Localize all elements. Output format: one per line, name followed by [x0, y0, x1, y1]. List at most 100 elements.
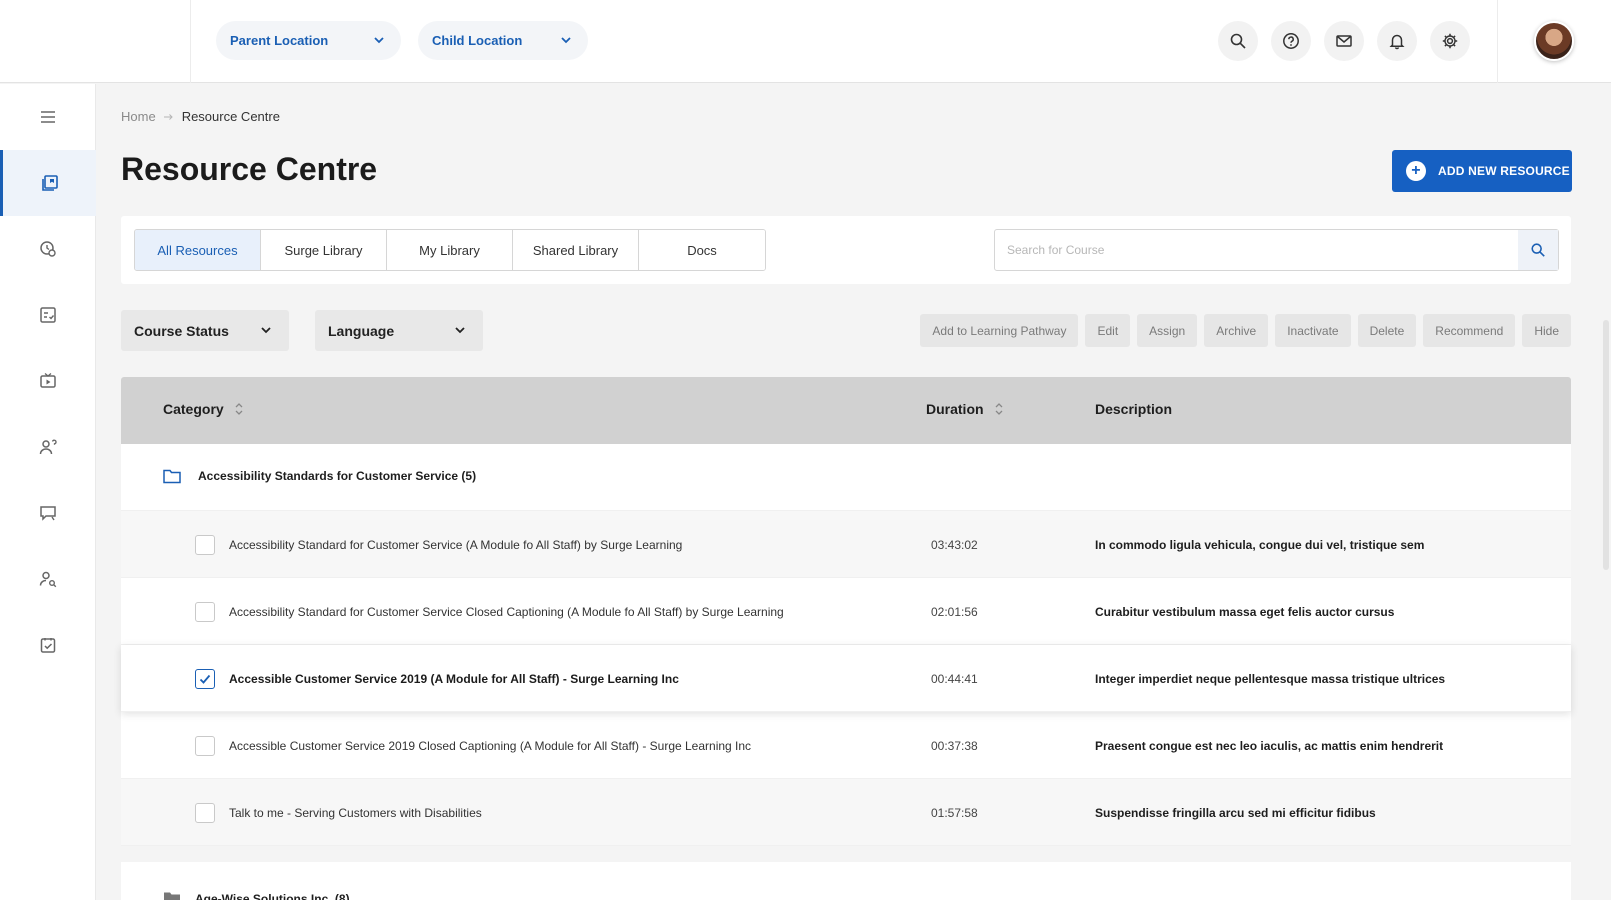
course-description: In commodo ligula vehicula, congue dui v… [1095, 538, 1425, 552]
duration-header-label: Duration [926, 401, 984, 417]
top-bar: Parent Location Child Location [0, 0, 1611, 83]
course-status-filter[interactable]: Course Status [121, 310, 289, 351]
assign-button[interactable]: Assign [1137, 314, 1198, 347]
row-checkbox-checked[interactable] [195, 669, 215, 689]
course-duration: 02:01:56 [931, 605, 978, 619]
sidebar-item-checklists[interactable] [0, 282, 96, 348]
category-header-label: Category [163, 401, 224, 417]
sidebar-item-courses[interactable] [0, 216, 96, 282]
bulk-actions: Add to Learning Pathway Edit Assign Arch… [920, 314, 1571, 347]
search-input[interactable] [995, 230, 1520, 270]
inactivate-button[interactable]: Inactivate [1275, 314, 1351, 347]
row-checkbox[interactable] [195, 535, 215, 555]
tab-all-resources[interactable]: All Resources [135, 230, 261, 270]
breadcrumb-home[interactable]: Home [121, 109, 156, 124]
row-checkbox[interactable] [195, 736, 215, 756]
task-check-icon [40, 638, 56, 653]
logo-area [0, 0, 191, 83]
users-icon [39, 439, 57, 455]
course-title: Accessible Customer Service 2019 Closed … [229, 739, 752, 753]
table-row-selected[interactable]: Accessible Customer Service 2019 (A Modu… [121, 645, 1571, 712]
category-group-label: Accessibility Standards for Customer Ser… [198, 469, 477, 483]
parent-location-select[interactable]: Parent Location [216, 21, 401, 60]
table-row[interactable]: Accessibility Standard for Customer Serv… [121, 578, 1571, 645]
course-title: Talk to me - Serving Customers with Disa… [229, 806, 482, 820]
checkmark-icon [199, 674, 211, 684]
parent-location-label: Parent Location [230, 33, 329, 48]
top-divider [1497, 0, 1498, 83]
help-button[interactable] [1271, 21, 1311, 61]
table-row[interactable]: Accessibility Standard for Customer Serv… [121, 511, 1571, 578]
category-group-label: Age-Wise Solutions Inc. (8) [195, 892, 350, 900]
course-title: Accessibility Standard for Customer Serv… [229, 605, 784, 619]
language-label: Language [328, 322, 395, 339]
arrow-right-icon [163, 113, 173, 120]
sidebar-menu-toggle[interactable] [0, 84, 96, 150]
breadcrumb: Home Resource Centre [121, 109, 280, 124]
column-header-description: Description [1095, 401, 1172, 417]
chevron-down-icon [374, 37, 384, 44]
category-group-row[interactable]: Accessibility Standards for Customer Ser… [121, 444, 1571, 511]
announcements-icon [40, 506, 56, 521]
row-checkbox[interactable] [195, 803, 215, 823]
language-filter[interactable]: Language [315, 310, 483, 351]
sort-icon [995, 403, 1003, 415]
sidebar-item-announcements[interactable] [0, 480, 96, 546]
user-search-icon [39, 571, 57, 588]
table-row[interactable]: Accessible Customer Service 2019 Closed … [121, 712, 1571, 779]
video-icon [40, 373, 56, 388]
course-duration: 00:44:41 [931, 672, 978, 686]
search-icon [1531, 243, 1545, 257]
description-header-label: Description [1095, 401, 1173, 417]
sidebar-item-tasks[interactable] [0, 612, 96, 678]
user-avatar[interactable] [1534, 21, 1574, 61]
table-row[interactable]: Talk to me - Serving Customers with Disa… [121, 779, 1571, 846]
edit-button[interactable]: Edit [1085, 314, 1131, 347]
column-header-duration[interactable]: Duration [926, 401, 1004, 417]
recommend-button[interactable]: Recommend [1423, 314, 1516, 347]
search-submit-button[interactable] [1518, 230, 1558, 270]
resource-library-icon [41, 175, 58, 191]
mail-icon [1336, 35, 1352, 47]
help-icon [1283, 33, 1299, 49]
tab-shared-library[interactable]: Shared Library [513, 230, 639, 270]
add-new-resource-label: ADD NEW RESOURCE [1438, 164, 1570, 178]
breadcrumb-current: Resource Centre [181, 109, 280, 124]
page-scrollbar[interactable] [1603, 320, 1609, 570]
hide-button[interactable]: Hide [1522, 314, 1571, 347]
row-checkbox[interactable] [195, 602, 215, 622]
add-to-learning-pathway-button[interactable]: Add to Learning Pathway [920, 314, 1079, 347]
search-icon [1230, 33, 1246, 49]
tab-docs[interactable]: Docs [639, 230, 765, 270]
checklist-icon [40, 307, 56, 323]
sidebar-item-videos[interactable] [0, 348, 96, 414]
page-title: Resource Centre [121, 151, 378, 187]
search-button[interactable] [1218, 21, 1258, 61]
settings-button[interactable] [1430, 21, 1470, 61]
course-duration: 01:57:58 [931, 806, 978, 820]
sort-icon [235, 403, 243, 415]
mail-button[interactable] [1324, 21, 1364, 61]
delete-button[interactable]: Delete [1357, 314, 1417, 347]
sidebar-item-users[interactable] [0, 414, 96, 480]
sidebar-item-user-search[interactable] [0, 546, 96, 612]
tab-surge-library[interactable]: Surge Library [261, 230, 387, 270]
archive-button[interactable]: Archive [1204, 314, 1269, 347]
courses-icon [40, 241, 56, 257]
course-description: Praesent congue est nec leo iaculis, ac … [1095, 739, 1444, 753]
course-description: Integer imperdiet neque pellentesque mas… [1095, 672, 1446, 686]
table-header: Category Duration Description [121, 377, 1571, 444]
plus-icon: + [1406, 161, 1426, 181]
child-location-label: Child Location [432, 33, 523, 48]
add-new-resource-button[interactable]: + ADD NEW RESOURCE [1392, 150, 1572, 192]
folder-icon [164, 892, 180, 900]
tab-my-library[interactable]: My Library [387, 230, 513, 270]
category-group-row[interactable]: Age-Wise Solutions Inc. (8) [121, 862, 1571, 900]
course-duration: 00:37:38 [931, 739, 978, 753]
column-header-category[interactable]: Category [163, 401, 244, 417]
course-description: Curabitur vestibulum massa eget felis au… [1095, 605, 1395, 619]
child-location-select[interactable]: Child Location [418, 21, 588, 60]
resource-tabs: All Resources Surge Library My Library S… [134, 229, 766, 271]
sidebar-item-resource-centre[interactable] [0, 150, 96, 216]
notifications-button[interactable] [1377, 21, 1417, 61]
